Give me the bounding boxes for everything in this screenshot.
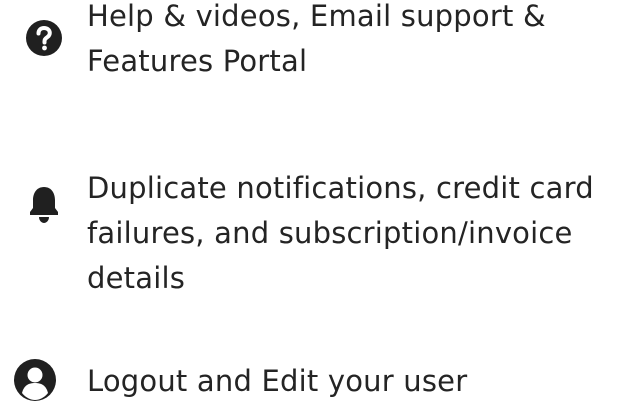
- bell-icon: [30, 187, 58, 223]
- menu-item-help-label: Help & videos, Email support & Features …: [87, 0, 546, 78]
- menu-item-notifications[interactable]: Duplicate notifications, credit card fai…: [0, 165, 635, 305]
- user-circle-icon: [14, 359, 56, 401]
- menu-item-notifications-label: Duplicate notifications, credit card fai…: [87, 171, 594, 295]
- menu-item-user-label: Logout and Edit your user: [87, 364, 468, 398]
- menu-item-user[interactable]: Logout and Edit your user: [0, 355, 635, 403]
- menu-item-help[interactable]: Help & videos, Email support & Features …: [0, 0, 635, 90]
- question-circle-icon: [26, 20, 62, 56]
